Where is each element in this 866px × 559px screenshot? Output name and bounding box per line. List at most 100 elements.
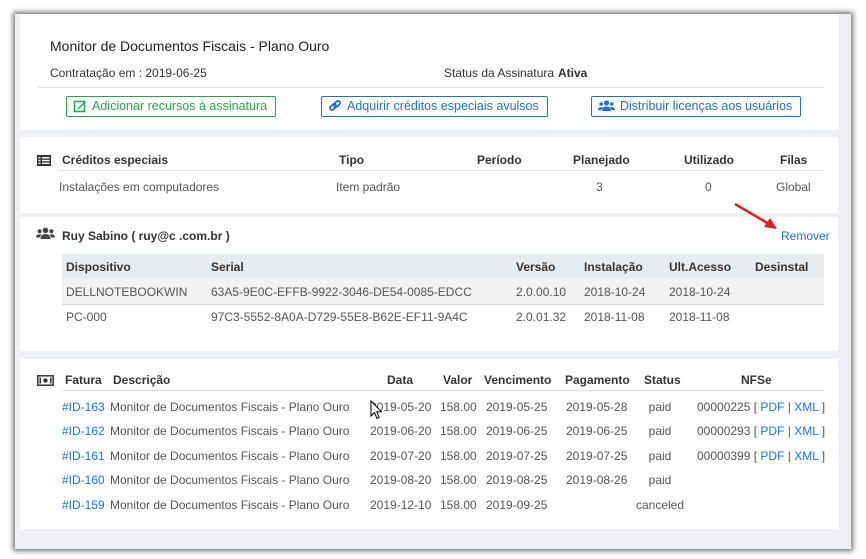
edit-icon [73,100,86,113]
credits-cell-name: Instalações em computadores [59,180,220,194]
invoice-date: 2019-08-20 [370,473,432,488]
page-frame: Monitor de Documentos Fiscais - Plano Ou… [15,14,851,549]
invoice-date: 2019-07-20 [370,448,432,463]
divider [58,170,824,171]
invoice-nfse: 00000293 [ PDF | XML ] [697,424,825,438]
invoices-header-value: Valor [443,373,473,387]
invoice-id-link[interactable]: #ID-161 [62,449,105,463]
money-icon [37,375,54,386]
nfse-xml-link[interactable]: XML [794,400,818,414]
invoice-date: 2019-12-10 [370,497,432,512]
invoice-value: 158.00 [440,400,477,414]
credits-header-period: Período [477,153,522,167]
bracket: [ [750,400,761,414]
invoice-payment-date: 2019-06-25 [566,424,628,439]
invoice-status: paid [648,448,672,463]
invoice-status: canceled [635,497,685,512]
bracket: ] [818,400,826,414]
invoice-status: paid [648,424,672,439]
nfse-number: 00000399 [697,448,751,463]
invoice-payment-date: 2019-05-28 [566,400,628,414]
nfse-pdf-link[interactable]: PDF [760,424,784,438]
bracket: [ [750,448,761,463]
red-arrow-annotation [734,202,777,229]
invoice-description: Monitor de Documentos Fiscais - Plano Ou… [110,424,350,439]
nfse-number: 00000293 [697,424,751,439]
credits-header-type: Tipo [339,153,365,167]
nfse-xml-link[interactable]: XML [794,424,818,438]
separator: | [784,448,795,463]
credits-cell-used: 0 [705,180,712,194]
mouse-cursor-icon [370,400,383,420]
device-name: DELLNOTEBOOKWIN [66,285,188,299]
devices-header-last-access: Ult.Acesso [669,260,732,274]
bracket: ] [818,448,826,463]
invoice-status: paid [648,473,672,488]
invoice-nfse: 00000225 [ PDF | XML ] [697,400,825,414]
device-install-date: 2018-10-24 [584,285,646,299]
divider [62,304,824,305]
bracket: ] [818,424,826,439]
invoice-id-link[interactable]: #ID-160 [62,473,105,487]
nfse-xml-link[interactable]: XML [794,449,818,463]
credits-cell-queues: Global [776,180,811,194]
invoice-payment-date: 2019-08-26 [566,473,628,488]
credits-cell-type: Item padrão [336,180,401,194]
device-serial: 63A5-9E0C-EFFB-9922-3046-DE54-0085-EDCC [211,285,472,299]
credits-header-planned: Planejado [573,153,630,167]
invoice-value: 158.00 [440,497,477,512]
invoice-value: 158.00 [440,424,477,439]
invoices-card: Fatura Descrição Data Valor Vencimento P… [20,359,838,529]
invoices-header-invoice: Fatura [65,373,102,387]
remove-user-link[interactable]: Remover [781,229,830,243]
status-badge: Ativa [558,66,588,80]
credits-header-name: Créditos especiais [62,153,169,167]
separator: | [784,400,795,414]
invoices-header-nfse: NFSe [741,373,772,387]
invoice-due-date: 2019-08-25 [486,473,548,488]
buy-credits-button[interactable]: Adquirir créditos especiais avulsos [321,96,548,117]
devices-header-version: Versão [516,260,556,274]
device-version: 2.0.00.10 [516,285,567,299]
invoice-id-link[interactable]: #ID-162 [62,424,105,438]
device-version: 2.0.01.32 [516,310,567,324]
invoice-id-link[interactable]: #ID-163 [62,400,105,414]
invoice-description: Monitor de Documentos Fiscais - Plano Ou… [110,448,350,463]
nfse-pdf-link[interactable]: PDF [760,449,784,463]
invoices-header-due: Vencimento [484,373,552,387]
devices-header-install: Instalação [584,260,643,274]
subscription-header-card: Monitor de Documentos Fiscais - Plano Ou… [20,14,838,130]
users-icon [598,100,615,111]
invoice-payment-date: 2019-07-25 [566,448,628,463]
invoice-due-date: 2019-09-25 [486,497,548,512]
add-resources-label: Adicionar recursos à assinatura [92,99,268,113]
nfse-number: 00000225 [697,400,751,414]
divider [38,87,824,88]
distribute-licenses-button[interactable]: Distribuir licenças aos usuários [591,96,802,117]
user-group-icon [36,227,55,239]
device-name: PC-000 [66,310,107,324]
page-title: Monitor de Documentos Fiscais - Plano Ou… [50,38,330,54]
invoice-id-link[interactable]: #ID-159 [62,498,105,512]
add-resources-button[interactable]: Adicionar recursos à assinatura [66,96,277,117]
distribute-licenses-label: Distribuir licenças aos usuários [620,99,793,113]
contract-date: Contratação em : 2019-06-25 [50,66,207,80]
invoices-header-payment: Pagamento [565,373,630,387]
device-serial: 97C3-5552-8A0A-D729-55E8-B62E-EF11-9A4C [211,310,468,324]
status-label: Status da Assinatura [444,66,555,80]
devices-header-device: Dispositivo [66,260,131,274]
credits-cell-planned: 3 [596,180,603,194]
invoice-description: Monitor de Documentos Fiscais - Plano Ou… [110,473,350,488]
invoices-header-status: Status [644,373,681,387]
devices-header-serial: Serial [211,260,244,274]
nfse-pdf-link[interactable]: PDF [760,400,784,414]
divider [62,390,824,391]
buy-credits-label: Adquirir créditos especiais avulsos [347,99,539,113]
device-last-access: 2018-11-08 [669,310,730,324]
device-last-access: 2018-10-24 [669,285,731,299]
devices-header-uninstall: Desinstal [755,260,809,274]
invoice-due-date: 2019-07-25 [486,448,548,463]
credits-card: Créditos especiais Tipo Período Planejad… [20,137,838,213]
user-devices-card: Ruy Sabino ( ruy@c .com.br ) Remover Dis… [20,217,838,351]
invoice-value: 158.00 [440,448,477,463]
